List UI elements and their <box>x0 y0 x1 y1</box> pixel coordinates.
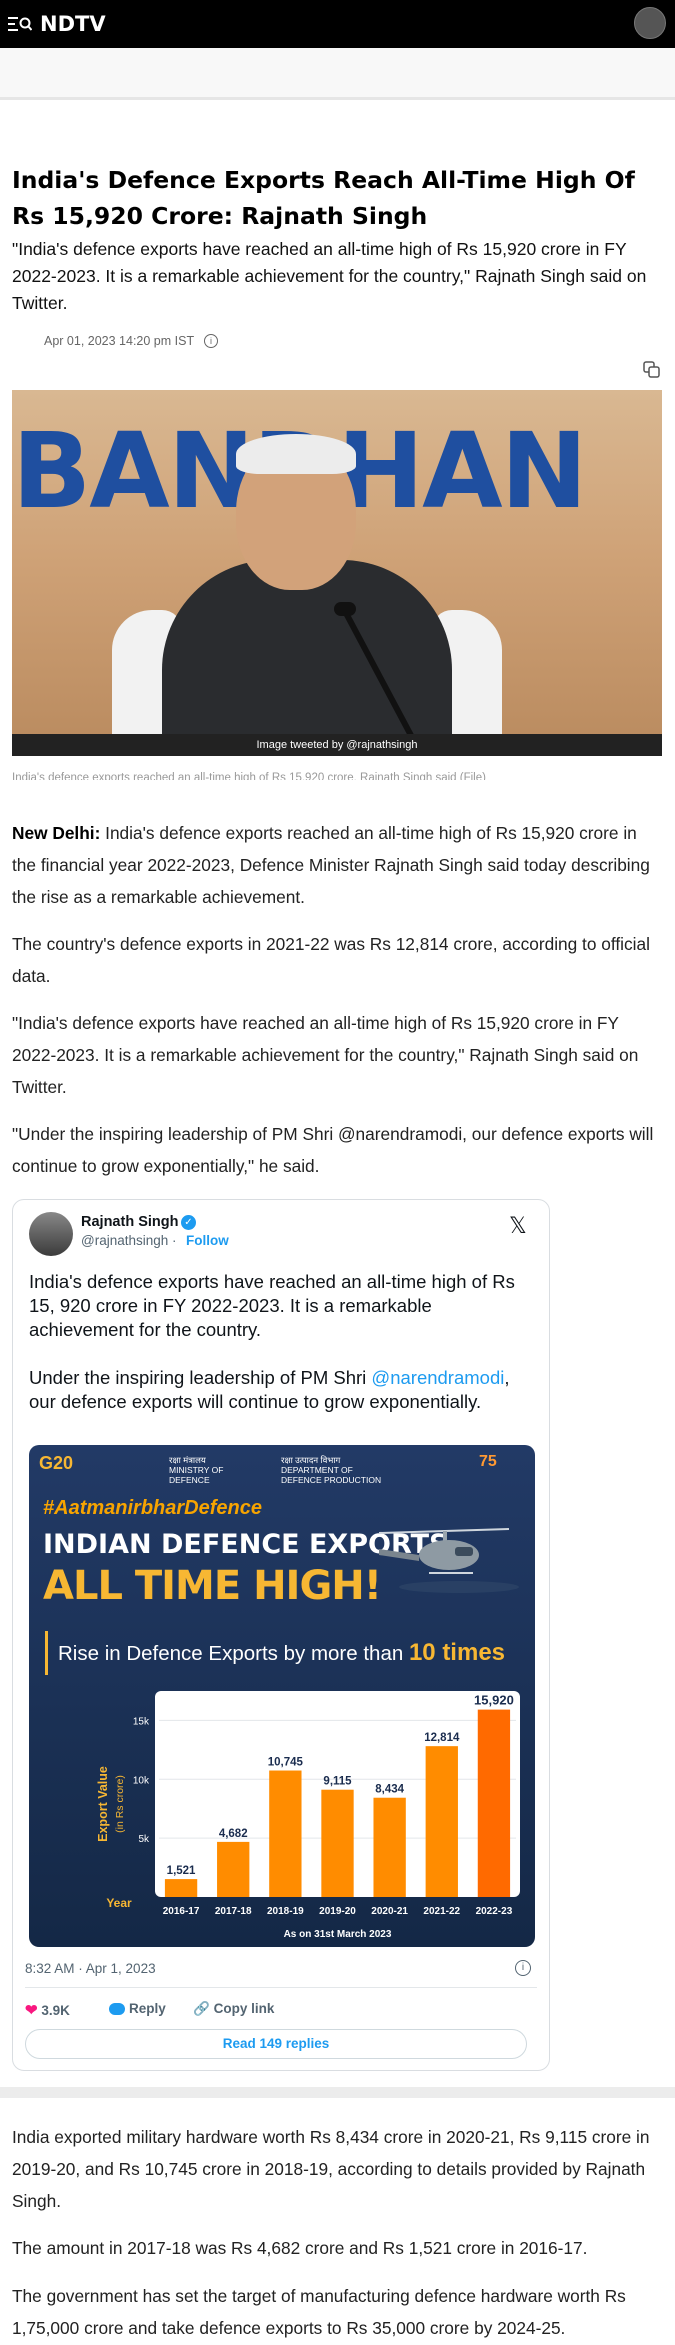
section-separator <box>0 2087 675 2098</box>
x-logo-icon[interactable]: 𝕏 <box>509 1214 527 1239</box>
read-replies-button[interactable]: Read 149 replies <box>25 2029 527 2059</box>
department-logo-text: रक्षा उत्पादन विभाग DEPARTMENT OF DEFENC… <box>281 1455 382 1485</box>
x-axis-label: Year <box>106 1896 132 1910</box>
paragraph-5: India exported military hardware worth R… <box>12 2127 650 2211</box>
bar-value-label: 10,745 <box>268 1757 304 1769</box>
infographic-rise-banner: Rise in Defence Exports by more than 10 … <box>45 1631 525 1675</box>
tweet-divider <box>25 1987 537 1988</box>
chart-bar <box>477 1709 511 1897</box>
chart-bar <box>425 1746 458 1897</box>
photo-credit: Image tweeted by @rajnathsingh <box>12 734 662 756</box>
ministry-logo-text: रक्षा मंत्रालय MINISTRY OF DEFENCE <box>169 1455 224 1485</box>
azadi-logo: 75 <box>479 1453 497 1470</box>
paragraph-7: The government has set the target of man… <box>12 2286 626 2338</box>
chart-bar <box>217 1841 250 1897</box>
article-summary: "India's defence exports have reached an… <box>12 239 647 313</box>
verified-badge-icon: ✓ <box>181 1215 196 1230</box>
x-tick-label: 2017-18 <box>215 1906 252 1917</box>
copy-link-button[interactable]: 🔗 Copy link <box>193 2001 274 2017</box>
info-icon[interactable]: i <box>204 334 218 348</box>
infographic-hashtag: #AatmanirbharDefence <box>43 1497 262 1519</box>
tweet-mention-link[interactable]: @narendramodi <box>371 1367 504 1388</box>
chart-bar <box>373 1797 406 1897</box>
x-tick-label: 2019-20 <box>319 1906 356 1917</box>
top-nav-bar: NDTV <box>0 0 675 48</box>
article-headline: India's Defence Exports Reach All-Time H… <box>12 166 635 230</box>
user-avatar[interactable] <box>634 7 666 39</box>
helicopter-illustration <box>378 1528 519 1593</box>
exports-bar-chart: 5k 10k 15k 1,521 2016-17 4,682 2017-18 10,745 20… <box>96 1691 520 1940</box>
x-tick-label: 2020-21 <box>371 1906 408 1917</box>
copy-icon[interactable] <box>643 361 661 379</box>
bar-value-label: 9,115 <box>323 1776 352 1788</box>
reply-icon <box>109 2003 125 2016</box>
bar-value-label: 12,814 <box>424 1732 460 1744</box>
y-tick-label: 10k <box>133 1775 150 1786</box>
ad-strip <box>0 48 675 100</box>
paragraph-2: The country's defence exports in 2021-22… <box>12 934 650 986</box>
ndtv-logo[interactable]: NDTV <box>40 12 106 36</box>
bar-value-label: 15,920 <box>474 1693 514 1708</box>
bar-value-label: 1,521 <box>167 1865 196 1877</box>
x-tick-label: 2018-19 <box>267 1906 304 1917</box>
like-count: 3.9K <box>41 2003 70 2018</box>
follow-button[interactable]: Follow <box>186 1233 229 1248</box>
x-tick-label: 2021-22 <box>423 1906 460 1917</box>
y-axis-label: Export Value <box>96 1766 110 1842</box>
embedded-tweet: Rajnath Singh ✓ @rajnathsingh · Follow 𝕏… <box>12 1199 550 2071</box>
chart-bar <box>321 1789 354 1897</box>
chart-footnote: As on 31st March 2023 <box>284 1929 392 1940</box>
dateline-place: New Delhi: <box>12 823 101 843</box>
like-button[interactable]: ❤ 3.9K <box>25 2001 70 2019</box>
x-tick-label: 2022-23 <box>476 1906 513 1917</box>
chart-bar <box>164 1879 198 1897</box>
paragraph-1: New Delhi: India's defence exports reach… <box>12 823 650 907</box>
menu-search-icon[interactable] <box>8 16 32 32</box>
y-tick-label: 15k <box>133 1716 150 1727</box>
paragraph-6: The amount in 2017-18 was Rs 4,682 crore… <box>12 2238 588 2258</box>
infographic-subtitle: ALL TIME HIGH! <box>43 1563 382 1609</box>
bar-value-label: 4,682 <box>219 1828 248 1840</box>
tweet-actions: ❤ 3.9K Reply 🔗 Copy link <box>25 1997 535 2021</box>
tweet-author-avatar[interactable] <box>29 1212 73 1256</box>
article-dateline: Apr 01, 2023 14:20 pm IST <box>44 334 195 348</box>
tweet-info-icon[interactable]: i <box>515 1960 531 1976</box>
reply-button[interactable]: Reply <box>109 2001 166 2016</box>
bar-value-label: 8,434 <box>375 1784 404 1796</box>
photo-caption: India's defence exports reached an all-t… <box>12 772 486 780</box>
paragraph-3: "India's defence exports have reached an… <box>12 1013 639 1097</box>
tweet-author-handle[interactable]: @rajnathsingh · <box>81 1233 177 1248</box>
paragraph-4: "Under the inspiring leadership of PM Sh… <box>12 1124 654 1176</box>
tweet-author-name[interactable]: Rajnath Singh <box>81 1214 178 1230</box>
lead-photo: BANDHAN Image tweeted by @rajnathsingh <box>12 390 662 756</box>
chart-bar <box>269 1770 302 1897</box>
y-tick-label: 5k <box>138 1834 150 1845</box>
tweet-text: India's defence exports have reached an … <box>29 1271 515 1412</box>
x-tick-label: 2016-17 <box>163 1906 200 1917</box>
heart-icon: ❤ <box>25 2002 38 2019</box>
tweet-infographic[interactable]: G20 रक्षा मंत्रालय MINISTRY OF DEFENCE र… <box>29 1445 535 1947</box>
link-icon: 🔗 <box>193 2001 210 2016</box>
y-axis-sublabel: (in Rs crore) <box>114 1775 126 1833</box>
tweet-timestamp[interactable]: 8:32 AM · Apr 1, 2023 <box>25 1961 156 1976</box>
g20-logo: G20 <box>39 1453 74 1473</box>
